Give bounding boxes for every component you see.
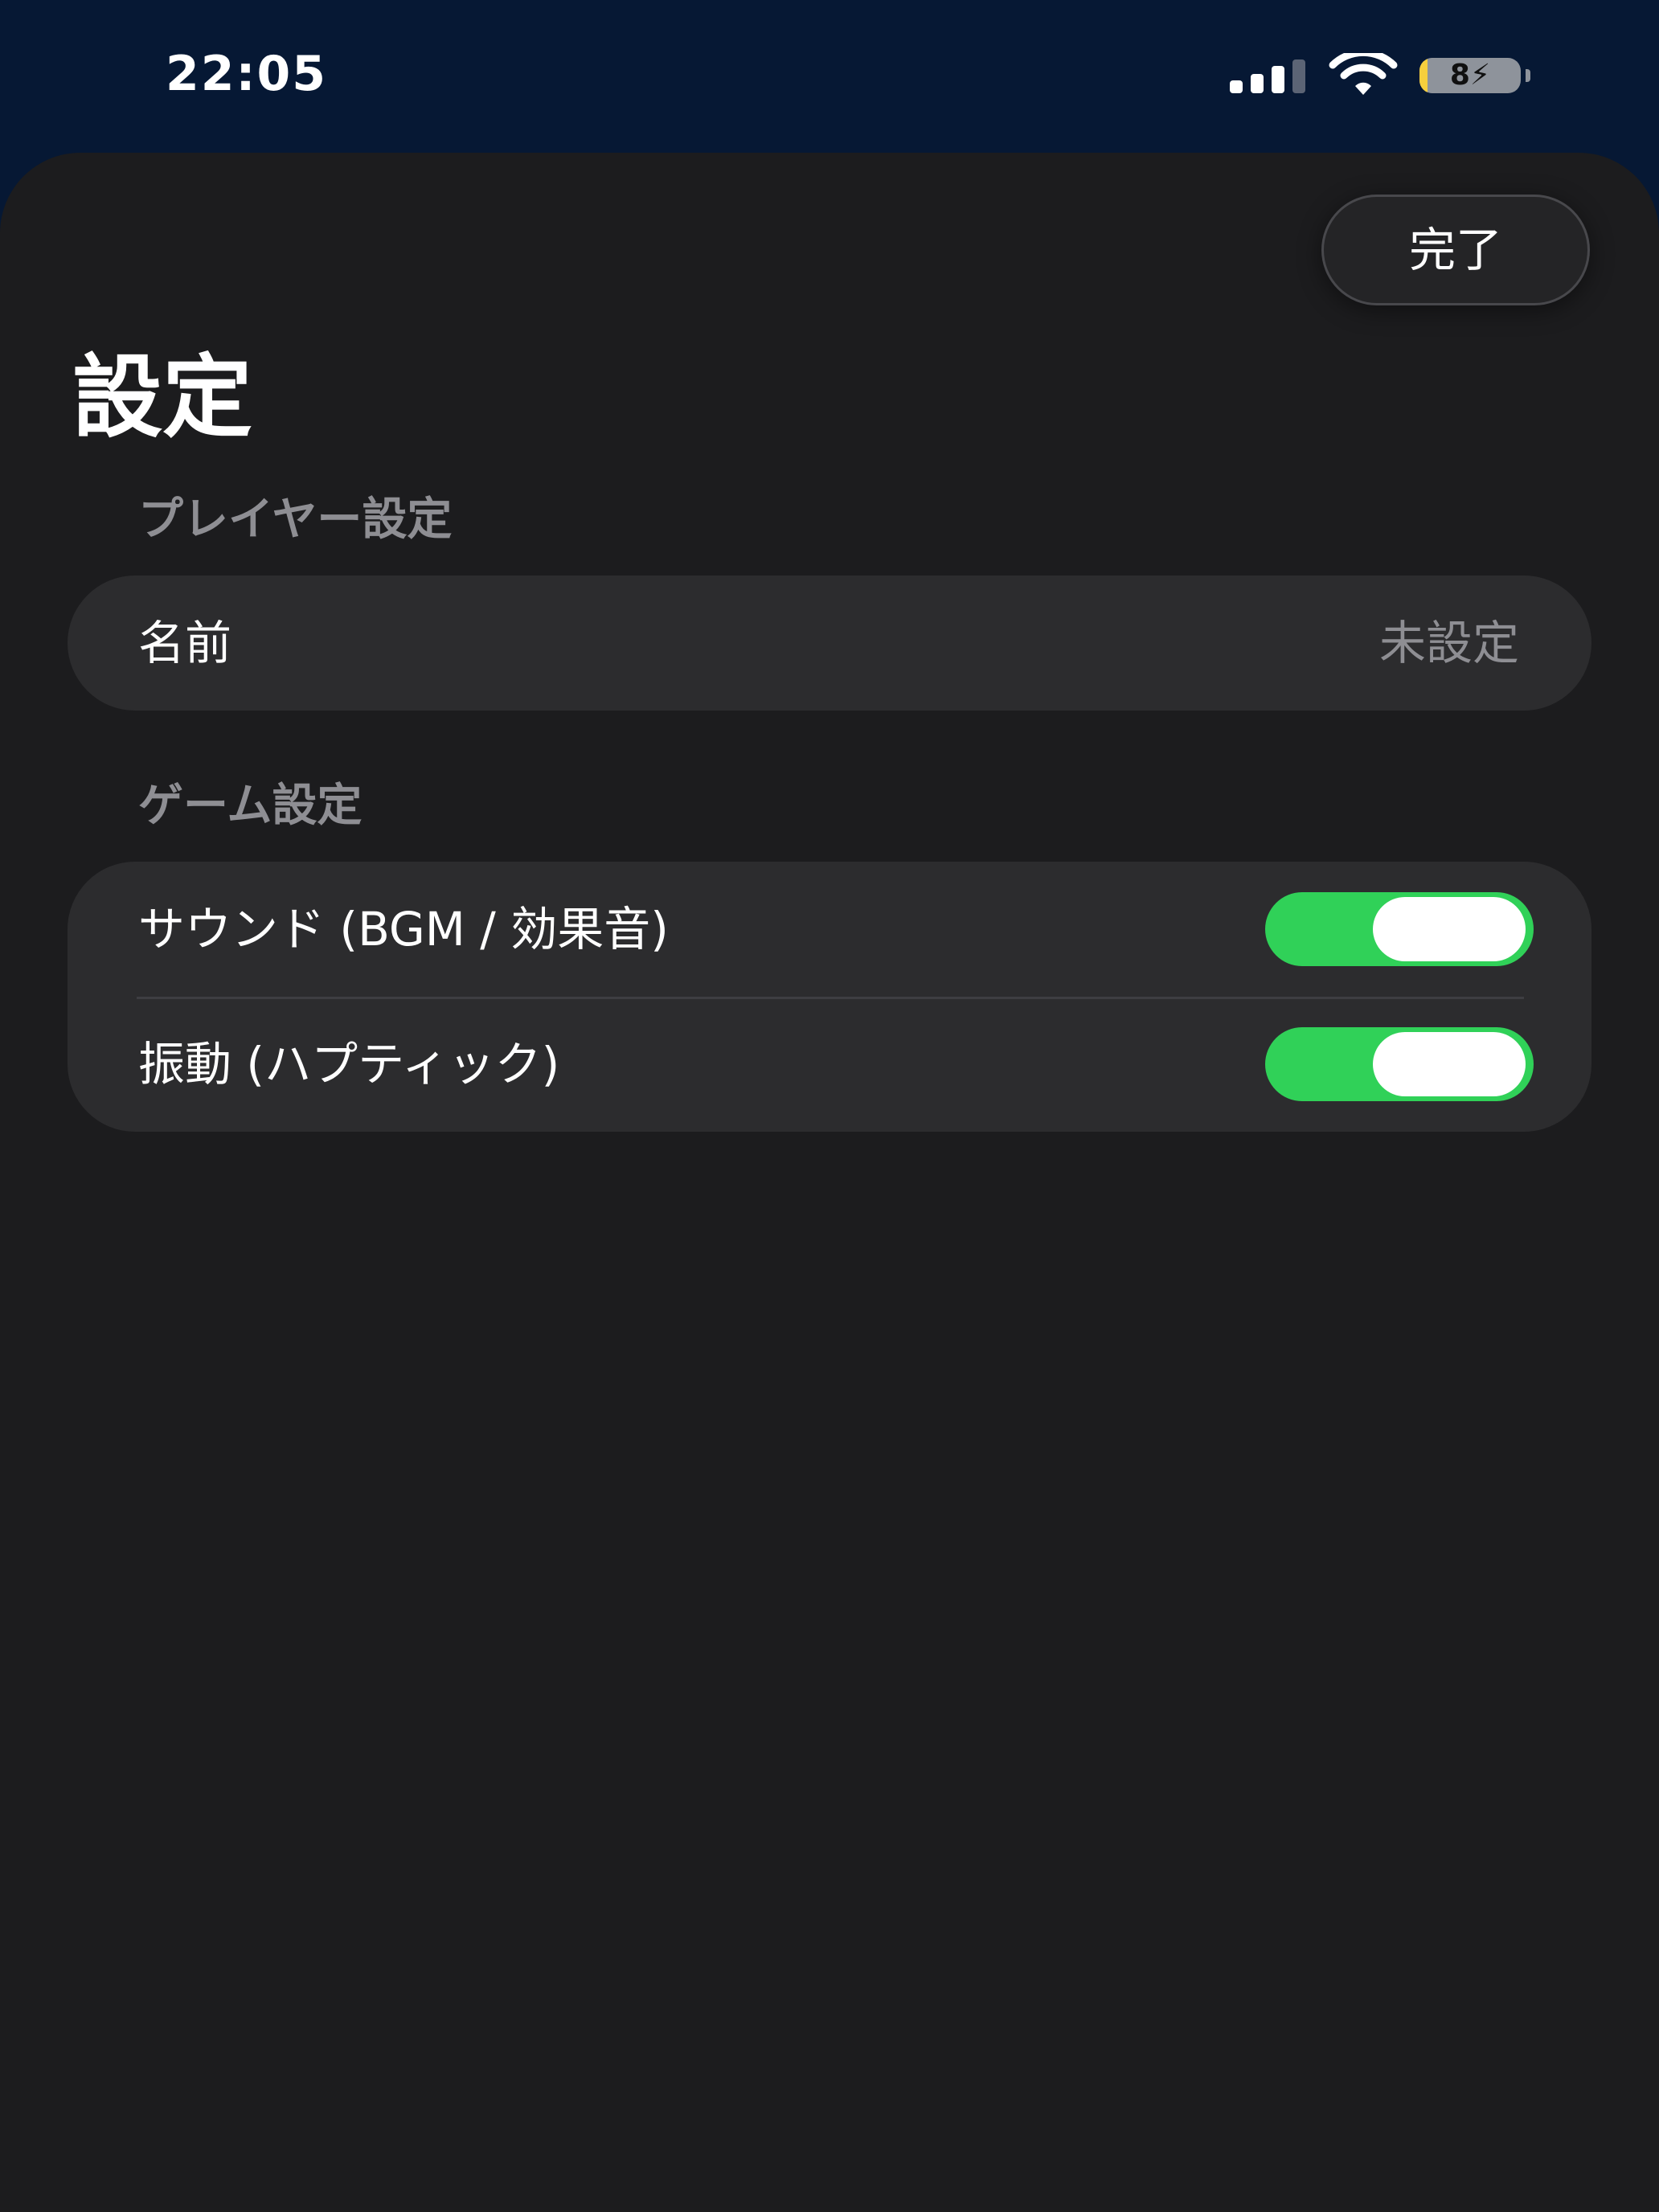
- section-header-game: ゲーム設定: [138, 780, 363, 832]
- sound-toggle-knob: [1373, 897, 1526, 961]
- battery-level-text: 8: [1449, 59, 1470, 92]
- name-row[interactable]: 名前 未設定: [68, 576, 1591, 711]
- done-button[interactable]: 完了: [1321, 195, 1590, 305]
- vibration-row: 振動 (ハプティック): [68, 997, 1591, 1132]
- name-value: 未設定: [1378, 616, 1519, 670]
- settings-sheet: 完了 設定 プレイヤー設定 名前 未設定 ゲーム設定 サウンド (BGM / 効…: [0, 153, 1659, 2212]
- status-time: 22:05: [166, 46, 327, 102]
- battery-cap: [1526, 69, 1530, 82]
- section-header-player: プレイヤー設定: [138, 494, 453, 546]
- name-label: 名前: [138, 616, 232, 670]
- player-settings-group: 名前 未設定: [68, 576, 1591, 711]
- battery-charging-icon: 8⚡: [1419, 58, 1521, 93]
- wifi-icon: [1329, 53, 1398, 95]
- settings-screen: 22:05 8⚡ 完了 設定 プレイヤー設定 名前 未設定 ゲーム設定 サウンド…: [0, 0, 1659, 2212]
- game-settings-group: サウンド (BGM / 効果音) 振動 (ハプティック): [68, 862, 1591, 1132]
- vibration-label: 振動 (ハプティック): [138, 1037, 560, 1092]
- sound-label: サウンド (BGM / 効果音): [138, 902, 669, 956]
- sound-toggle[interactable]: [1265, 892, 1534, 966]
- page-title: 設定: [72, 346, 252, 450]
- vibration-toggle-knob: [1373, 1032, 1526, 1096]
- vibration-toggle[interactable]: [1265, 1027, 1534, 1101]
- charging-bolt-icon: ⚡: [1469, 59, 1491, 92]
- signal-icon: [1230, 58, 1310, 93]
- sound-row: サウンド (BGM / 効果音): [68, 862, 1591, 997]
